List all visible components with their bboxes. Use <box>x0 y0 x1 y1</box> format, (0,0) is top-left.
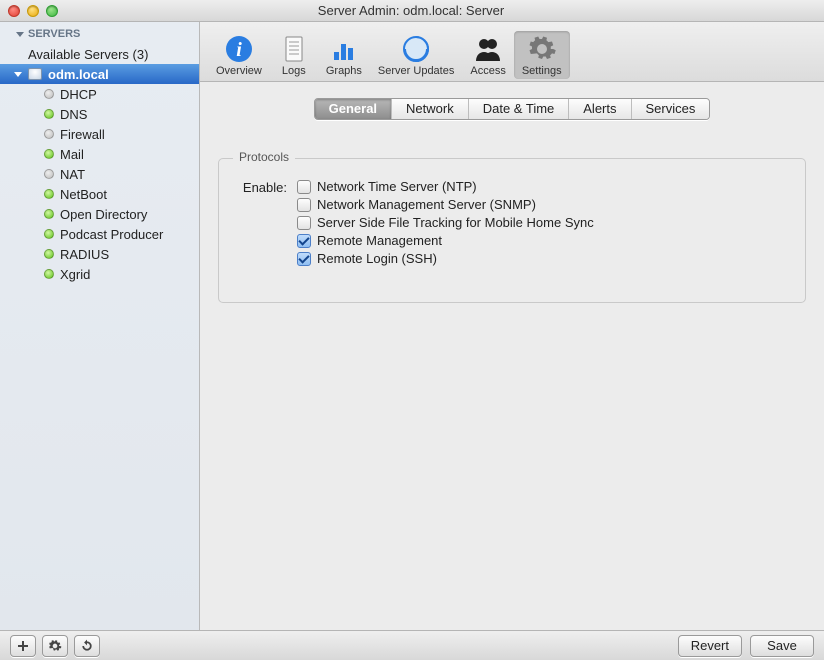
toolbar-item-access[interactable]: Access <box>462 31 513 79</box>
sidebar-item-label: RADIUS <box>60 247 109 262</box>
graphs-icon <box>328 33 360 65</box>
protocol-option: Network Management Server (SNMP) <box>297 197 594 212</box>
chevron-down-icon <box>14 72 22 77</box>
sidebar-item-label: odm.local <box>48 67 109 82</box>
content-area: i Overview Logs Graphs Server Updates Access S… <box>200 22 824 630</box>
window-title: Server Admin: odm.local: Server <box>0 3 824 18</box>
access-icon <box>472 33 504 65</box>
toolbar-item-settings[interactable]: Settings <box>514 31 570 79</box>
checkbox[interactable] <box>297 252 311 266</box>
sidebar-item-mail[interactable]: Mail <box>0 144 199 164</box>
protocols-group: Protocols Enable: Network Time Server (N… <box>218 158 806 303</box>
sidebar: Servers Available Servers (3) odm.local … <box>0 22 200 630</box>
tab-date-time[interactable]: Date & Time <box>469 99 570 119</box>
settings-icon <box>526 33 558 65</box>
server-icon <box>28 68 42 80</box>
sidebar-item-available-servers[interactable]: Available Servers (3) <box>0 44 199 64</box>
toolbar-item-logs[interactable]: Logs <box>270 31 318 79</box>
overview-icon: i <box>223 33 255 65</box>
sidebar-item-firewall[interactable]: Firewall <box>0 124 199 144</box>
toolbar-item-label: Access <box>470 65 505 77</box>
protocol-option: Network Time Server (NTP) <box>297 179 594 194</box>
checkbox[interactable] <box>297 180 311 194</box>
toolbar-item-label: Logs <box>282 65 306 77</box>
status-dot-icon <box>44 149 54 159</box>
protocol-option-label: Network Management Server (SNMP) <box>317 197 536 212</box>
sidebar-item-server-odmlocal[interactable]: odm.local <box>0 64 199 84</box>
protocol-option: Remote Login (SSH) <box>297 251 594 266</box>
tab-general[interactable]: General <box>315 99 392 119</box>
status-dot-icon <box>44 269 54 279</box>
status-dot-icon <box>44 129 54 139</box>
toolbar-item-label: Settings <box>522 65 562 77</box>
sidebar-item-label: Firewall <box>60 127 105 142</box>
toolbar-item-label: Server Updates <box>378 65 454 77</box>
protocol-option-label: Remote Login (SSH) <box>317 251 437 266</box>
sidebar-item-label: NAT <box>60 167 85 182</box>
sidebar-item-label: DHCP <box>60 87 97 102</box>
action-button[interactable] <box>42 635 68 657</box>
checkbox[interactable] <box>297 216 311 230</box>
sidebar-item-nat[interactable]: NAT <box>0 164 199 184</box>
save-button[interactable]: Save <box>750 635 814 657</box>
add-button[interactable] <box>10 635 36 657</box>
sidebar-header-servers[interactable]: Servers <box>0 22 199 44</box>
sidebar-item-label: Mail <box>60 147 84 162</box>
sidebar-item-dns[interactable]: DNS <box>0 104 199 124</box>
sidebar-item-label: DNS <box>60 107 87 122</box>
sidebar-item-radius[interactable]: RADIUS <box>0 244 199 264</box>
checkbox[interactable] <box>297 234 311 248</box>
sidebar-item-open-directory[interactable]: Open Directory <box>0 204 199 224</box>
settings-tabs: GeneralNetworkDate & TimeAlertsServices <box>314 98 711 120</box>
tab-services[interactable]: Services <box>632 99 710 119</box>
status-dot-icon <box>44 229 54 239</box>
sidebar-item-podcast-producer[interactable]: Podcast Producer <box>0 224 199 244</box>
tab-alerts[interactable]: Alerts <box>569 99 631 119</box>
protocol-option-label: Network Time Server (NTP) <box>317 179 477 194</box>
toolbar-item-graphs[interactable]: Graphs <box>318 31 370 79</box>
protocol-option: Remote Management <box>297 233 594 248</box>
plus-icon <box>17 640 29 652</box>
sidebar-item-label: Podcast Producer <box>60 227 163 242</box>
status-dot-icon <box>44 189 54 199</box>
logs-icon <box>278 33 310 65</box>
sidebar-item-label: Available Servers (3) <box>28 47 148 62</box>
svg-text:i: i <box>236 39 242 61</box>
window-titlebar: Server Admin: odm.local: Server <box>0 0 824 22</box>
sidebar-item-dhcp[interactable]: DHCP <box>0 84 199 104</box>
server-updates-icon <box>400 33 432 65</box>
settings-panel: GeneralNetworkDate & TimeAlertsServices … <box>200 82 824 630</box>
enable-label: Enable: <box>237 179 287 195</box>
toolbar-item-label: Graphs <box>326 65 362 77</box>
protocol-option-label: Remote Management <box>317 233 442 248</box>
protocol-option: Server Side File Tracking for Mobile Hom… <box>297 215 594 230</box>
protocols-legend: Protocols <box>233 150 295 164</box>
refresh-button[interactable] <box>74 635 100 657</box>
status-dot-icon <box>44 209 54 219</box>
gear-icon <box>48 639 62 653</box>
sidebar-item-label: Open Directory <box>60 207 147 222</box>
sidebar-item-xgrid[interactable]: Xgrid <box>0 264 199 284</box>
tab-network[interactable]: Network <box>392 99 469 119</box>
toolbar: i Overview Logs Graphs Server Updates Access S… <box>200 22 824 82</box>
chevron-down-icon <box>16 32 24 37</box>
sidebar-item-netboot[interactable]: NetBoot <box>0 184 199 204</box>
toolbar-item-label: Overview <box>216 65 262 77</box>
toolbar-item-overview[interactable]: i Overview <box>208 31 270 79</box>
checkbox[interactable] <box>297 198 311 212</box>
bottom-bar: Revert Save <box>0 630 824 660</box>
status-dot-icon <box>44 249 54 259</box>
protocol-option-label: Server Side File Tracking for Mobile Hom… <box>317 215 594 230</box>
toolbar-item-server-updates[interactable]: Server Updates <box>370 31 462 79</box>
refresh-icon <box>80 639 94 653</box>
sidebar-item-label: NetBoot <box>60 187 107 202</box>
status-dot-icon <box>44 169 54 179</box>
status-dot-icon <box>44 89 54 99</box>
revert-button[interactable]: Revert <box>678 635 742 657</box>
sidebar-item-label: Xgrid <box>60 267 90 282</box>
sidebar-header-label: Servers <box>28 28 80 40</box>
status-dot-icon <box>44 109 54 119</box>
